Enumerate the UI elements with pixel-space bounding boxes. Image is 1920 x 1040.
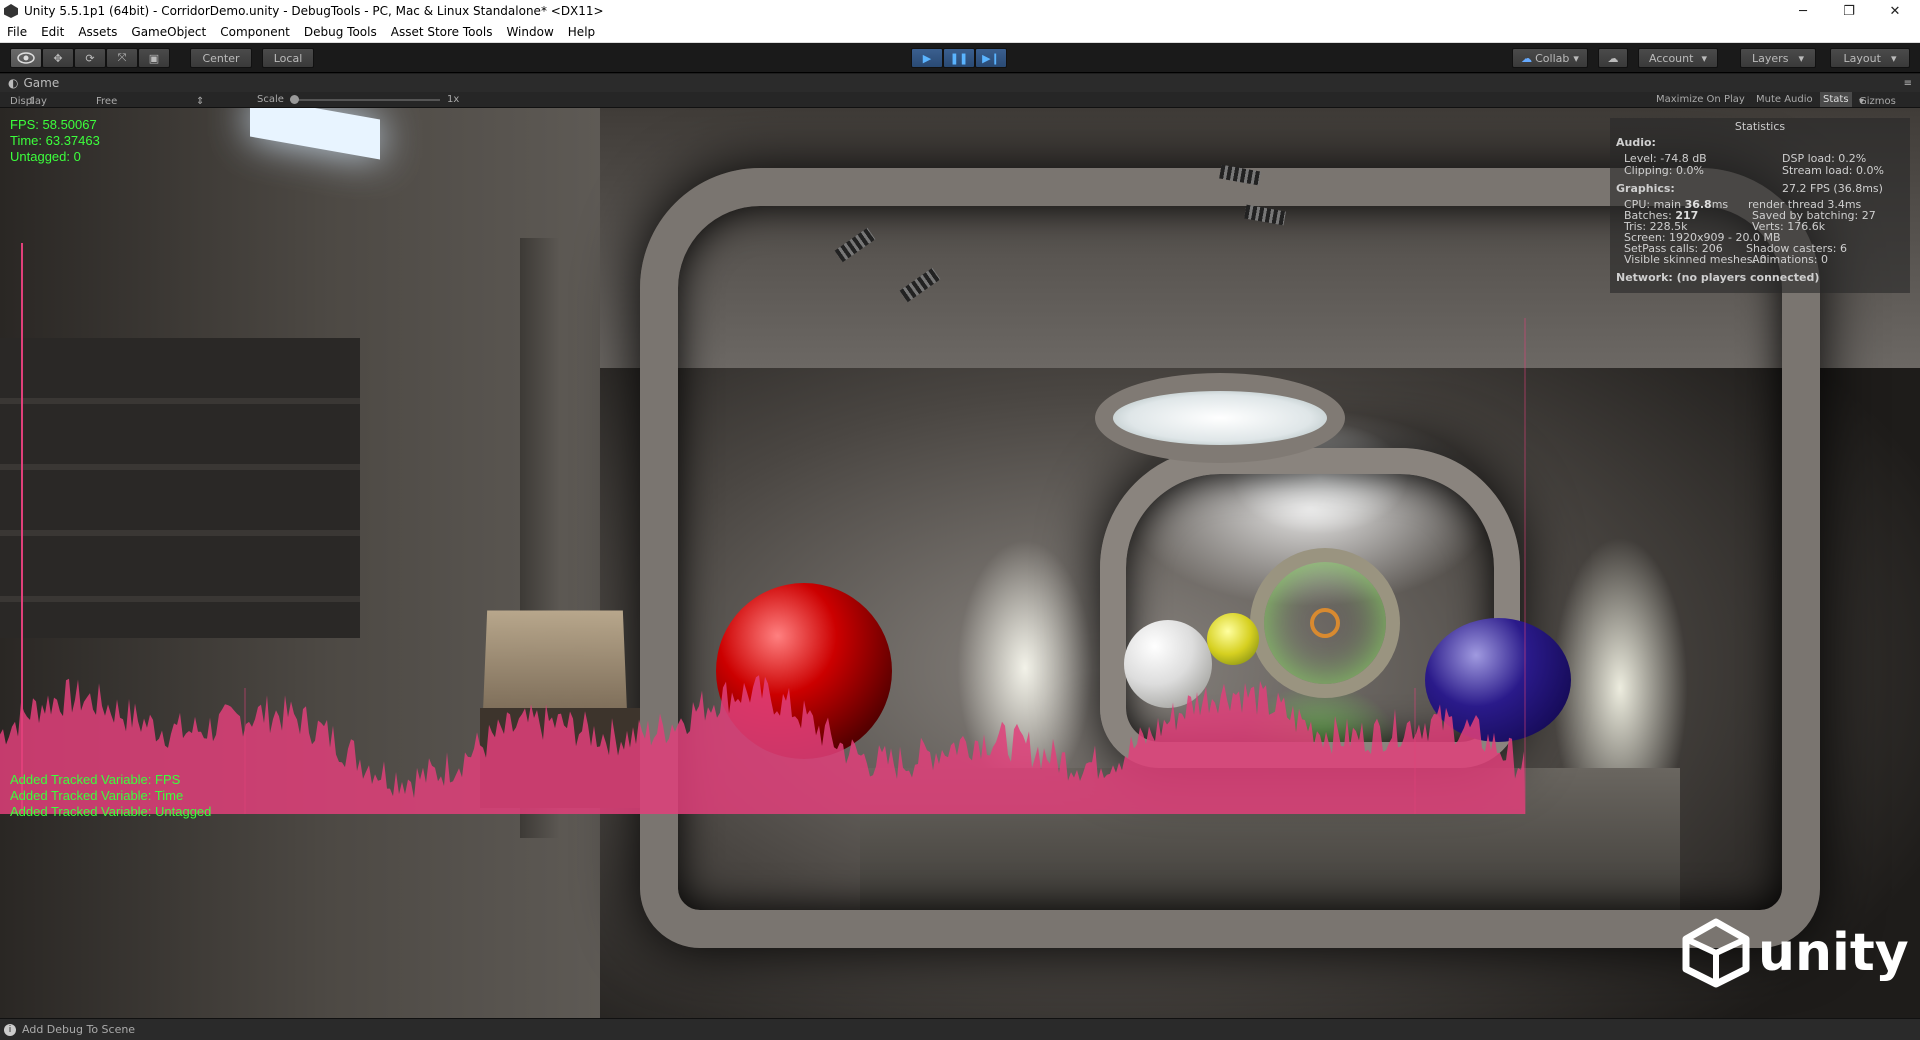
rect-tool-button[interactable]: ▣ (138, 48, 170, 68)
minimize-button[interactable]: ─ (1780, 0, 1826, 22)
layout-label: Layout (1843, 51, 1881, 65)
collab-label: Collab (1535, 51, 1570, 65)
scale-label: Scale (257, 94, 284, 105)
pause-button[interactable]: ❚❚ (943, 48, 975, 68)
menu-component[interactable]: Component (213, 25, 297, 39)
menu-help[interactable]: Help (561, 25, 602, 39)
game-viewport[interactable]: FPS: 58.50067 Time: 63.37463 Untagged: 0… (0, 108, 1920, 1018)
game-tab[interactable]: ◐ Game (8, 76, 59, 90)
log-line: Added Tracked Variable: Untagged (10, 804, 212, 819)
menu-file[interactable]: File (0, 25, 34, 39)
info-icon: i (4, 1023, 16, 1036)
dropdown-arrow-icon: ▾ (1859, 96, 1865, 107)
rotate-tool-button[interactable]: ⟳ (74, 48, 106, 68)
menu-debug-tools[interactable]: Debug Tools (297, 25, 384, 39)
network-status: Network: (no players connected) (1616, 271, 1820, 284)
log-line: Added Tracked Variable: FPS (10, 772, 181, 787)
scale-value: 1x (447, 94, 460, 105)
menu-window[interactable]: Window (499, 25, 560, 39)
close-button[interactable]: ✕ (1872, 0, 1918, 22)
skinned-meshes: Visible skinned meshes: 0 (1624, 253, 1767, 266)
gizmos-label: Gizmos (1859, 96, 1896, 107)
scale-slider-thumb[interactable] (290, 95, 299, 104)
pivot-label: Center (202, 51, 240, 65)
statistics-panel: Statistics Audio: Level: -74.8 dB DSP lo… (1610, 118, 1910, 293)
stream-load: Stream load: 0.0% (1782, 164, 1884, 177)
menu-bar: File Edit Assets GameObject Component De… (0, 22, 1920, 43)
dropdown-arrow-icon: ▾ (1798, 51, 1804, 65)
mute-audio-toggle[interactable]: Mute Audio (1756, 94, 1813, 105)
animations: Animations: 0 (1752, 253, 1829, 266)
layout-dropdown[interactable]: Layout ▾ (1830, 48, 1910, 68)
menu-edit[interactable]: Edit (34, 25, 71, 39)
dropdown-arrow-icon: ▾ (1573, 51, 1579, 65)
layers-dropdown[interactable]: Layers ▾ (1740, 48, 1816, 68)
unity-app-icon (4, 4, 18, 18)
statistics-title: Statistics (1734, 120, 1786, 133)
account-label: Account (1649, 51, 1694, 65)
menu-assets[interactable]: Assets (71, 25, 124, 39)
log-line: Added Tracked Variable: Time (10, 788, 184, 803)
audio-clipping: Clipping: 0.0% (1624, 164, 1704, 177)
menu-gameobject[interactable]: GameObject (124, 25, 213, 39)
graphics-fps: 27.2 FPS (36.8ms) (1782, 182, 1883, 195)
account-dropdown[interactable]: Account ▾ (1638, 48, 1718, 68)
status-message[interactable]: Add Debug To Scene (22, 1023, 135, 1036)
cloud-button[interactable]: ☁ (1598, 48, 1628, 68)
graphics-header: Graphics: (1616, 182, 1675, 195)
game-view-icon: ◐ (8, 76, 19, 90)
unity-logo-text: unity (1758, 923, 1909, 983)
untagged-readout: Untagged: 0 (10, 149, 81, 164)
fps-readout: FPS: 58.50067 (10, 117, 97, 132)
play-button[interactable]: ▶ (911, 48, 943, 68)
scale-icon: ⤧ (117, 51, 127, 64)
layers-label: Layers (1752, 51, 1789, 65)
pivot-center-button[interactable]: Center (190, 48, 252, 68)
time-readout: Time: 63.37463 (10, 133, 100, 148)
rotate-icon: ⟳ (85, 51, 95, 65)
space-label: Local (273, 51, 303, 65)
restore-button[interactable]: ❐ (1826, 0, 1872, 22)
move-icon: ✥ (53, 51, 63, 65)
game-tab-row: ◐ Game ≡ (0, 74, 1920, 92)
hand-tool-button[interactable] (10, 48, 42, 68)
tab-menu-icon[interactable]: ≡ (1904, 78, 1912, 89)
collab-icon: ☁ (1521, 51, 1533, 65)
play-icon: ▶ (922, 51, 932, 65)
cloud-icon: ☁ (1607, 51, 1619, 65)
unity-logo: unity (1680, 918, 1909, 988)
cpu-suffix: ms (1711, 198, 1729, 211)
eye-icon (17, 52, 35, 64)
stats-toggle[interactable]: Stats (1820, 92, 1852, 107)
window-title: Unity 5.5.1p1 (64bit) - CorridorDemo.uni… (24, 4, 604, 18)
pause-icon: ❚❚ (949, 51, 969, 65)
menu-asset-store-tools[interactable]: Asset Store Tools (384, 25, 500, 39)
status-bar: i Add Debug To Scene (0, 1018, 1920, 1040)
audio-header: Audio: (1616, 136, 1656, 149)
step-button[interactable]: ▶❙ (975, 48, 1007, 68)
game-view-options: Display 1 ⇕ Free Aspect⇕ Scale 1x Maximi… (0, 92, 1920, 118)
step-icon: ▶❙ (982, 51, 1000, 65)
debug-log: Added Tracked Variable: FPS Added Tracke… (10, 772, 211, 820)
window-titlebar: Unity 5.5.1p1 (64bit) - CorridorDemo.uni… (0, 0, 1920, 22)
debug-graph-area (0, 675, 1525, 814)
dropdown-arrow-icon: ▾ (1890, 51, 1897, 65)
main-toolbar: ✥ ⟳ ⤧ ▣ Center Local ▶ ❚❚ ▶❙ ☁ Collab ▾ ☁ … (0, 43, 1920, 73)
move-tool-button[interactable]: ✥ (42, 48, 74, 68)
unity-cube-icon (1682, 918, 1750, 988)
dropdown-arrow-icon: ⇕ (28, 96, 37, 107)
game-tab-label: Game (23, 76, 60, 90)
scale-slider-track[interactable] (290, 99, 440, 101)
pivot-local-button[interactable]: Local (262, 48, 314, 68)
maximize-on-play-toggle[interactable]: Maximize On Play (1656, 94, 1745, 105)
debug-stats-overlay: FPS: 58.50067 Time: 63.37463 Untagged: 0 (10, 117, 100, 165)
scale-tool-button[interactable]: ⤧ (106, 48, 138, 68)
dropdown-arrow-icon: ▾ (1701, 51, 1707, 65)
rect-tool-icon: ▣ (148, 51, 160, 65)
collab-button[interactable]: ☁ Collab ▾ (1512, 48, 1588, 68)
dropdown-arrow-icon: ⇕ (196, 96, 205, 107)
